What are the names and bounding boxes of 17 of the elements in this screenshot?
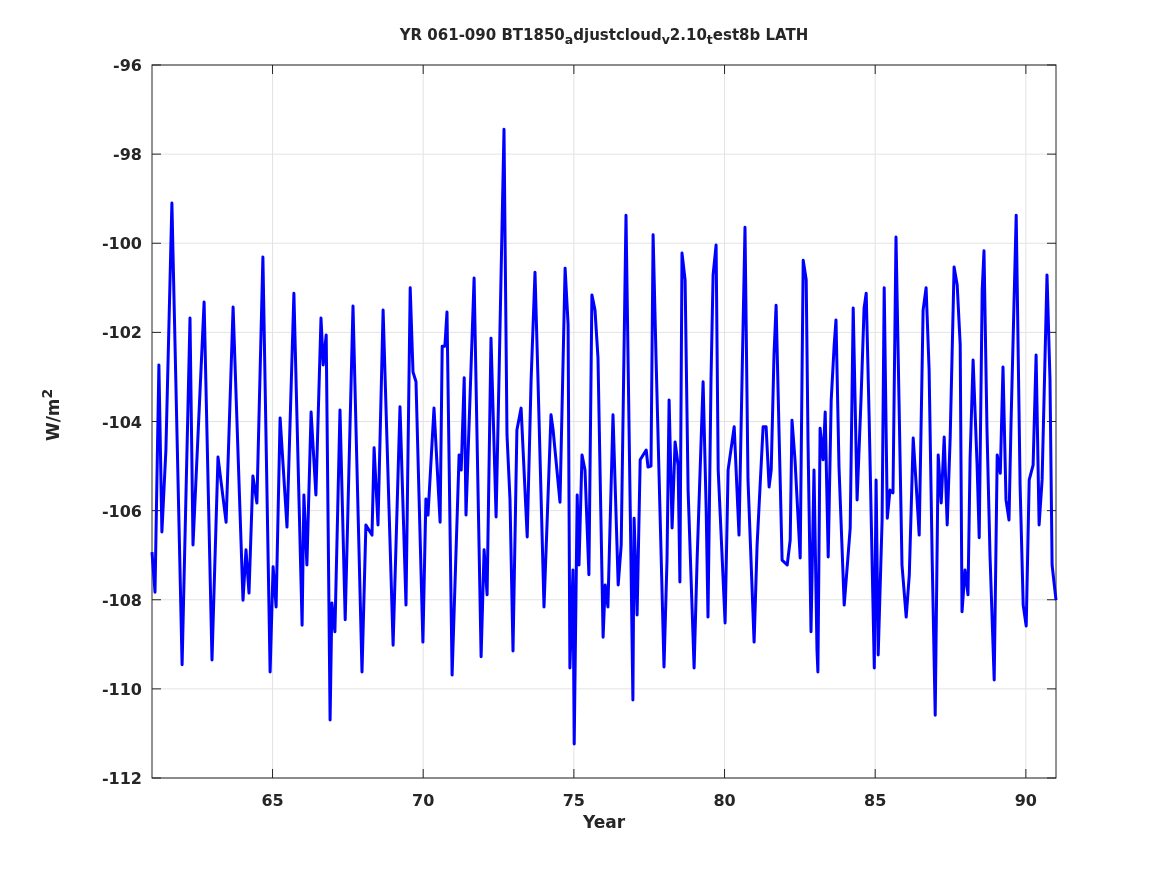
chart-title: YR 061-090 BT1850$_{a}$djustcloud$_{v}$2.10$_{t}$est8b LATH xyxy=(399,25,809,49)
x-tick-label: 65 xyxy=(261,791,284,810)
x-tick-label: 70 xyxy=(412,791,435,810)
x-tick-label: 75 xyxy=(562,791,585,810)
y-tick-label: -98 xyxy=(113,145,142,165)
y-tick-label: -106 xyxy=(101,501,142,521)
x-tick-label: 80 xyxy=(713,791,736,810)
y-tick-label: -102 xyxy=(101,323,142,343)
y-tick-label: -110 xyxy=(101,679,142,699)
x-axis-label: Year xyxy=(582,812,626,832)
y-tick-label: -100 xyxy=(101,234,142,254)
y-tick-label: -104 xyxy=(101,412,142,432)
x-tick-label: 85 xyxy=(864,791,887,810)
y-tick-label: -108 xyxy=(101,590,142,610)
y-tick-label: -96 xyxy=(113,56,142,75)
y-tick-label: -112 xyxy=(101,769,142,788)
x-tick-label: 90 xyxy=(1014,791,1037,810)
